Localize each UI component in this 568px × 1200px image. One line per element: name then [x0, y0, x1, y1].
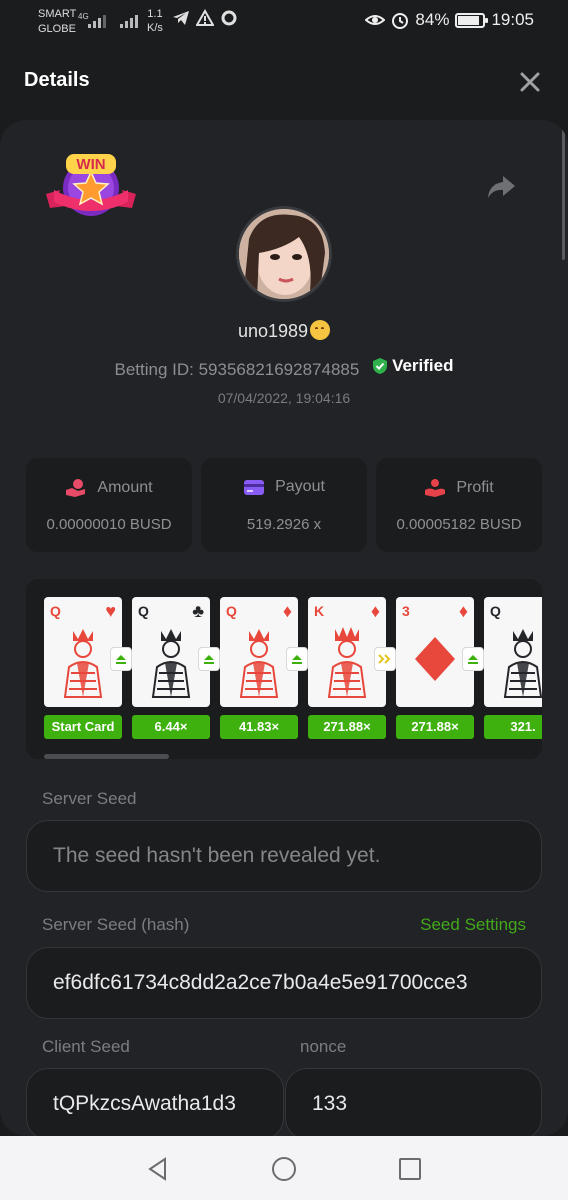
amount-stat: Amount 0.00000010 BUSD	[26, 458, 192, 552]
queen-figure-icon	[63, 629, 103, 698]
amount-value: 0.00000010 BUSD	[46, 516, 172, 533]
multiplier-badge: 6.44×	[132, 715, 210, 739]
bet-details-card: WIN uno1989 Betting ID: 5935682169287488…	[0, 120, 568, 1136]
status-bar: SMART GLOBE 4G 1.1 K/s 84% 19:05	[0, 0, 568, 44]
status-right: 84% 19:05	[365, 10, 534, 30]
username-text: uno1989	[237, 321, 309, 341]
win-badge-text: WIN	[76, 156, 105, 173]
eye-icon	[365, 15, 386, 25]
payout-stat: Payout 519.2926 x	[201, 458, 367, 552]
speed-value: 1.1	[147, 8, 163, 20]
recents-icon[interactable]	[397, 1156, 423, 1182]
alarm-icon	[392, 13, 409, 29]
shield-check-icon	[373, 358, 388, 374]
server-seed-hash-label: Server Seed (hash)	[42, 915, 190, 934]
higher-arrow-icon	[286, 647, 308, 671]
card-rank: Q	[490, 603, 501, 619]
battery-icon	[455, 12, 489, 28]
card-suit-icon: ♦	[458, 601, 468, 621]
multiplier-badge: Start Card	[44, 715, 122, 739]
seed-settings-link[interactable]: Seed Settings	[420, 915, 526, 935]
win-badge: WIN	[46, 154, 136, 216]
payout-label: Payout	[275, 478, 325, 495]
wallet-icon	[244, 480, 265, 495]
server-seed-hash-field[interactable]: ef6dfc61734c8dd2a2ce7b0a4e5e91700cce3	[26, 947, 542, 1019]
scrollbar[interactable]	[562, 120, 565, 260]
card-rank: Q	[50, 603, 61, 619]
username: uno1989	[0, 320, 568, 342]
server-seed-label: Server Seed	[42, 789, 137, 808]
playing-card: Q	[484, 597, 542, 707]
queen-figure-icon	[503, 629, 542, 698]
coins-hand-icon	[66, 479, 86, 497]
speed-unit: K/s	[147, 22, 163, 34]
profit-value: 0.00005182 BUSD	[396, 516, 522, 533]
verified-badge: Verified	[372, 356, 453, 376]
details-header: Details	[0, 44, 568, 120]
telegram-icon	[173, 11, 189, 25]
strip-scrollbar[interactable]	[44, 754, 169, 759]
card-rank: Q	[226, 603, 237, 619]
signal-icon-2	[120, 12, 138, 28]
card-rank: 3	[402, 603, 410, 619]
skip-chevrons-icon	[374, 647, 396, 671]
battery-percent: 84%	[415, 10, 450, 29]
betting-id-row: Betting ID: 5935682169287488​5 Verified	[0, 356, 568, 380]
notification-icons	[172, 9, 238, 27]
multiplier-badge: 271.88×	[396, 715, 474, 739]
page-title: Details	[24, 69, 90, 91]
betting-id: Betting ID: 5935682169287488​5	[114, 360, 360, 379]
card-suit-icon: ♦	[282, 601, 292, 621]
signal-icon	[88, 12, 106, 28]
profit-label: Profit	[456, 479, 494, 496]
share-icon[interactable]	[486, 174, 516, 200]
hugging-face-emoji	[310, 320, 331, 340]
bet-timestamp: 07/04/2022, 19:04:16	[217, 390, 351, 406]
carrier-line-1: SMART	[38, 8, 77, 20]
multiplier-badge: 271.88×	[308, 715, 386, 739]
client-seed-label: Client Seed	[42, 1037, 130, 1056]
card-suit-icon: ♣	[192, 601, 204, 621]
diamond-pip-icon	[415, 637, 455, 681]
home-icon[interactable]	[271, 1156, 297, 1182]
cards-history-strip[interactable]: Q ♥ Start Card Q ♣ 6.44× Q ♦ 41.83× K ♦ 271.88× 3 ♦ 27…	[26, 579, 542, 759]
card-suit-icon: ♥	[105, 601, 116, 621]
close-icon[interactable]	[518, 70, 542, 94]
profit-stat: Profit 0.00005182 BUSD	[376, 458, 542, 552]
carrier-label: SMART GLOBE	[38, 7, 76, 37]
payout-value: 519.2926 x	[246, 516, 322, 533]
sync-icon	[221, 10, 237, 26]
warning-icon	[196, 9, 214, 26]
multiplier-badge: 321.	[484, 715, 542, 739]
network-speed: 1.1 K/s	[147, 7, 163, 35]
avatar	[236, 206, 332, 302]
amount-label: Amount	[97, 479, 153, 496]
card-rank: K	[314, 603, 325, 619]
server-seed-field: The seed hasn't been revealed yet.	[26, 820, 542, 892]
hand-coin-icon	[425, 479, 446, 497]
multiplier-badge: 41.83×	[220, 715, 298, 739]
card-rank: Q	[138, 603, 149, 619]
king-figure-icon	[327, 627, 367, 698]
higher-arrow-icon	[110, 647, 132, 671]
queen-figure-icon	[239, 629, 279, 698]
queen-figure-icon	[151, 629, 191, 698]
client-seed-field[interactable]: tQPkzcsAwatha1d3	[26, 1068, 284, 1136]
card-suit-icon: ♦	[370, 601, 380, 621]
back-icon[interactable]	[145, 1156, 171, 1182]
higher-arrow-icon	[462, 647, 484, 671]
battery-fill	[458, 15, 479, 25]
higher-arrow-icon	[198, 647, 220, 671]
clock: 19:05	[491, 10, 534, 29]
verified-label: Verified	[392, 356, 454, 375]
nonce-field[interactable]: 133	[285, 1068, 542, 1136]
nonce-label: nonce	[300, 1037, 347, 1056]
carrier-line-2: GLOBE	[38, 23, 76, 35]
navigation-bar	[0, 1136, 568, 1200]
